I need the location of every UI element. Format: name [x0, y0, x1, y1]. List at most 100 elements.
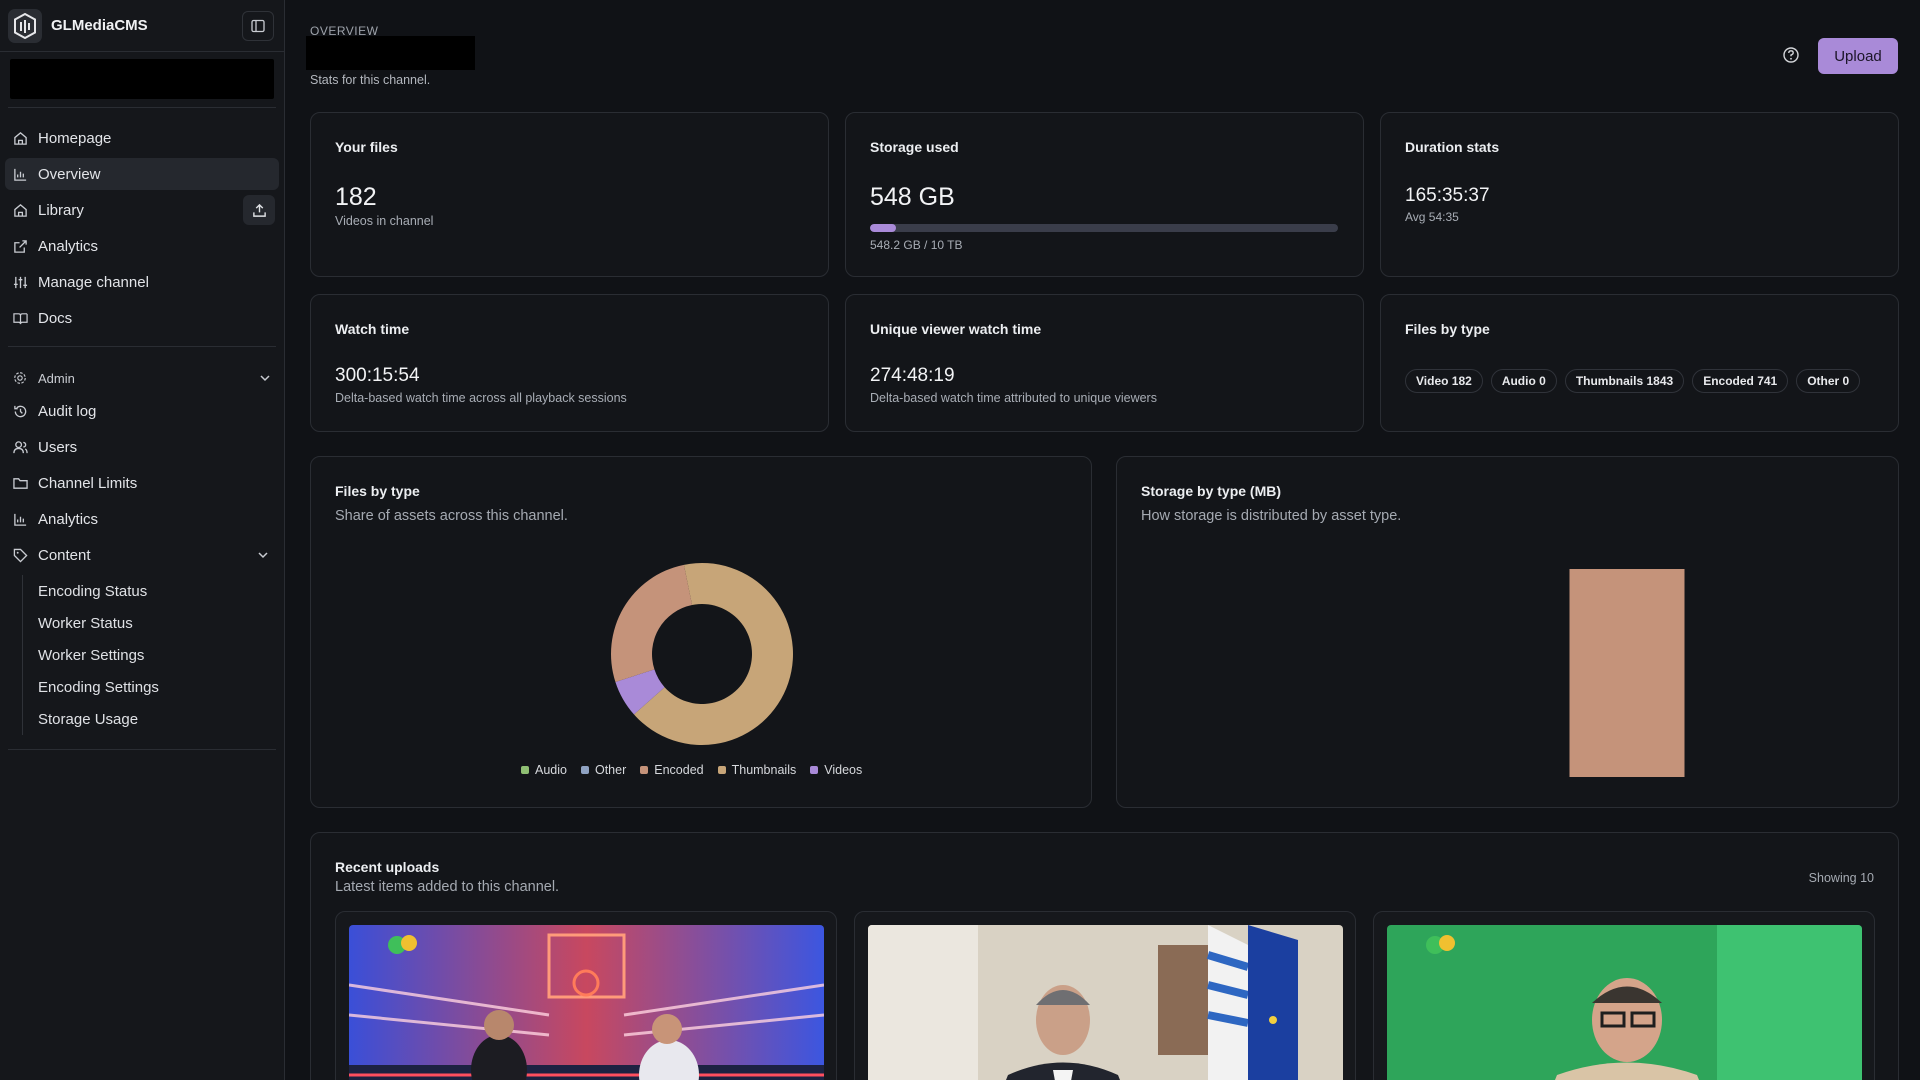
upload-item[interactable] [335, 911, 837, 1080]
legend-item-videos[interactable]: Videos [810, 763, 862, 777]
nav-item-overview[interactable]: Overview [5, 158, 279, 190]
upload-icon [252, 203, 266, 217]
nav-item-label: Channel Limits [38, 474, 138, 492]
files-count: 182 [335, 183, 377, 211]
main-content: OVERVIEW Stats for this channel. Upload … [286, 0, 1920, 1080]
brand: GLMediaCMS [0, 0, 284, 52]
app-logo-icon[interactable] [8, 8, 42, 43]
admin-nav: Audit log Users Channel Limits Analytics… [0, 395, 284, 571]
legend-item-audio[interactable]: Audio [521, 763, 567, 777]
admin-section-toggle[interactable]: Admin [0, 365, 284, 391]
redacted-channel-title [306, 36, 475, 70]
recent-uploads-title: Recent uploads [335, 859, 440, 875]
watch-time-caption: Delta-based watch time across all playba… [335, 391, 627, 405]
duration-card: Duration stats 165:35:37 Avg 54:35 [1380, 112, 1899, 277]
submenu-item-worker-status[interactable]: Worker Status [38, 607, 284, 639]
nav-item-label: Docs [38, 309, 73, 327]
page-subtitle: Stats for this channel. [310, 73, 431, 87]
chip-video: Video 182 [1405, 369, 1483, 393]
storage-card: Storage used 548 GB 548.2 GB / 10 TB [845, 112, 1364, 277]
sidebar-toggle-button[interactable] [242, 10, 274, 41]
nav-item-audit-log[interactable]: Audit log [5, 395, 279, 427]
duration-total: 165:35:37 [1405, 185, 1490, 206]
content-submenu: Encoding Status Worker Status Worker Set… [22, 575, 284, 735]
donut-slice-encoded[interactable] [611, 564, 693, 682]
submenu-item-encoding-settings[interactable]: Encoding Settings [38, 671, 284, 703]
upload-button[interactable]: Upload [1818, 38, 1898, 74]
files-by-type-title: Files by type [1405, 321, 1490, 337]
sidebar-toggle-icon [251, 19, 265, 32]
bar-chart-icon [13, 166, 29, 182]
help-button[interactable] [1782, 46, 1802, 66]
upload-item[interactable] [1373, 911, 1875, 1080]
legend-item-encoded[interactable]: Encoded [640, 763, 704, 777]
video-thumbnail[interactable] [349, 925, 824, 1080]
duration-card-title: Duration stats [1405, 139, 1500, 155]
legend-swatch [717, 766, 726, 774]
book-icon [13, 310, 29, 326]
files-chart-card: Files by type Share of assets across thi… [310, 456, 1092, 808]
storage-chart-card: Storage by type (MB) How storage is dist… [1116, 456, 1899, 808]
legend-item-thumbnails[interactable]: Thumbnails [717, 763, 797, 777]
legend-item-other[interactable]: Other [580, 763, 627, 777]
library-upload-button[interactable] [243, 195, 275, 225]
chevron-down-icon [260, 375, 270, 382]
unique-watch-time-card: Unique viewer watch time 274:48:19 Delta… [845, 294, 1364, 432]
chip-thumbnails: Thumbnails 1843 [1564, 369, 1685, 393]
nav-item-label: Content [38, 546, 91, 564]
nav-item-docs[interactable]: Docs [5, 302, 279, 334]
submenu-item-storage-usage[interactable]: Storage Usage [38, 703, 284, 735]
nav-item-label: Analytics [38, 510, 99, 528]
submenu-item-worker-settings[interactable]: Worker Settings [38, 639, 284, 671]
app-name: GLMediaCMS [51, 17, 148, 34]
storage-bar[interactable] [1569, 569, 1685, 777]
external-link-icon [13, 238, 29, 254]
storage-progress-bar [870, 224, 1338, 232]
chevron-down-icon [258, 552, 268, 559]
nav-item-admin-analytics[interactable]: Analytics [5, 503, 279, 535]
duration-average: Avg 54:35 [1405, 210, 1459, 224]
nav-item-library[interactable]: Library [5, 194, 279, 226]
files-card: Your files 182 Videos in channel [310, 112, 829, 277]
nav-item-label: Homepage [38, 129, 112, 147]
chip-audio: Audio 0 [1490, 369, 1557, 393]
video-thumbnail[interactable] [868, 925, 1343, 1080]
nav-item-content[interactable]: Content [5, 539, 279, 571]
legend-label: Other [594, 763, 627, 777]
watch-time-title: Watch time [335, 321, 410, 337]
video-thumbnail[interactable] [1387, 925, 1862, 1080]
nav-item-manage-channel[interactable]: Manage channel [5, 266, 279, 298]
nav-item-label: Users [38, 438, 78, 456]
legend-swatch [580, 766, 589, 774]
type-chips: Video 182 Audio 0 Thumbnails 1843 Encode… [1405, 369, 1861, 393]
recent-uploads-card: Recent uploads Latest items added to thi… [310, 832, 1899, 1080]
sidebar: GLMediaCMS Homepage Overview Library Ana… [0, 0, 285, 1080]
folder-icon [13, 475, 29, 491]
files-card-title: Your files [335, 139, 398, 155]
nav-item-channel-limits[interactable]: Channel Limits [5, 467, 279, 499]
unique-watch-time-caption: Delta-based watch time attributed to uni… [870, 391, 1157, 405]
storage-progress-fill [870, 224, 896, 232]
nav-item-label: Manage channel [38, 273, 149, 291]
unique-watch-time-title: Unique viewer watch time [870, 321, 1042, 337]
divider [8, 749, 276, 750]
home-icon [13, 130, 29, 146]
chip-encoded: Encoded 741 [1692, 369, 1789, 393]
nav-item-analytics[interactable]: Analytics [5, 230, 279, 262]
legend-label: Thumbnails [731, 763, 797, 777]
nav-item-homepage[interactable]: Homepage [5, 122, 279, 154]
users-icon [13, 439, 29, 455]
tag-icon [13, 547, 29, 563]
gear-icon [13, 371, 29, 385]
nav-item-users[interactable]: Users [5, 431, 279, 463]
watch-time-value: 300:15:54 [335, 365, 420, 386]
recent-uploads-description: Latest items added to this channel. [335, 879, 560, 895]
home-icon [13, 202, 29, 218]
bar-chart-icon [13, 511, 29, 527]
redacted-channel-selector[interactable] [10, 59, 274, 99]
primary-nav: Homepage Overview Library Analytics Mana… [0, 122, 284, 334]
submenu-item-encoding-status[interactable]: Encoding Status [38, 575, 284, 607]
storage-used-value: 548 GB [870, 183, 955, 211]
upload-item[interactable] [854, 911, 1356, 1080]
storage-caption: 548.2 GB / 10 TB [870, 238, 963, 252]
